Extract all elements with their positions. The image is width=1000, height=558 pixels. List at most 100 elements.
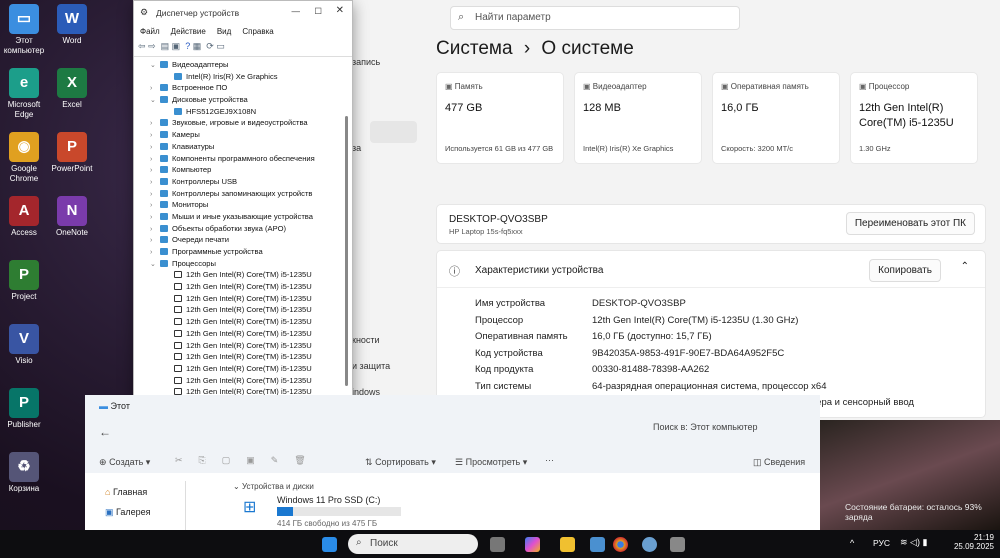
chevron-right-icon[interactable]: › bbox=[150, 247, 160, 259]
rename-pc-button[interactable]: Переименовать этот ПК bbox=[845, 212, 975, 235]
update-icon[interactable]: ▣ bbox=[172, 41, 181, 51]
tree-item[interactable]: 12th Gen Intel(R) Core(TM) i5-1235U bbox=[134, 363, 340, 375]
menu-item[interactable]: Справка bbox=[242, 27, 273, 36]
properties-icon[interactable]: ▤ bbox=[161, 41, 170, 51]
tree-item[interactable]: › Контроллеры USB bbox=[134, 176, 340, 188]
battery-notification[interactable]: Состояние батареи: осталось 93% заряда bbox=[845, 502, 1000, 522]
chevron-up-icon[interactable]: ⌃ bbox=[961, 261, 969, 272]
back-icon[interactable]: ⇦ bbox=[138, 41, 146, 51]
menu-item[interactable]: Действие bbox=[171, 27, 206, 36]
view-icon[interactable]: ▦ bbox=[193, 41, 202, 51]
desktop-icon[interactable]: X Excel bbox=[50, 68, 94, 110]
section-header[interactable]: ⌄ Устройства и диски bbox=[233, 482, 314, 491]
tree-item[interactable]: 12th Gen Intel(R) Core(TM) i5-1235U bbox=[134, 304, 340, 316]
more-button[interactable]: ··· bbox=[545, 455, 554, 465]
chevron-right-icon[interactable]: › bbox=[150, 212, 160, 224]
desktop-icon[interactable]: P Publisher bbox=[2, 388, 46, 430]
copy-button[interactable]: Копировать bbox=[869, 259, 941, 282]
drive-c[interactable]: Windows 11 Pro SSD (C:) bbox=[277, 495, 380, 505]
chevron-down-icon[interactable]: ⌄ bbox=[150, 95, 160, 107]
scrollbar[interactable] bbox=[345, 116, 348, 386]
tree-item[interactable]: › Камеры bbox=[134, 129, 340, 141]
task-view-icon[interactable] bbox=[490, 537, 505, 552]
tree-item[interactable]: 12th Gen Intel(R) Core(TM) i5-1235U bbox=[134, 375, 340, 387]
tree-item[interactable]: › Программные устройства bbox=[134, 246, 340, 258]
chevron-right-icon[interactable]: › bbox=[150, 177, 160, 189]
nav-item[interactable]: за bbox=[352, 143, 361, 153]
view-button[interactable]: Просмотреть bbox=[466, 457, 521, 467]
desktop-icon[interactable]: A Access bbox=[2, 196, 46, 238]
tree-item[interactable]: HFS512GEJ9X108N bbox=[134, 106, 340, 118]
tree-item[interactable]: ⌄ Процессоры bbox=[134, 258, 340, 270]
desktop-icon[interactable]: W Word bbox=[50, 4, 94, 46]
tree-item[interactable]: 12th Gen Intel(R) Core(TM) i5-1235U bbox=[134, 340, 340, 352]
forward-icon[interactable]: ⇨ bbox=[148, 41, 156, 51]
create-button[interactable]: Создать bbox=[109, 457, 143, 467]
nav-gallery[interactable]: Галерея bbox=[116, 507, 151, 517]
chrome-icon[interactable] bbox=[613, 537, 628, 552]
file-explorer-icon[interactable] bbox=[560, 537, 575, 552]
start-button[interactable] bbox=[322, 537, 337, 552]
nav-item[interactable]: запись bbox=[352, 57, 380, 67]
chevron-down-icon[interactable]: ⌄ bbox=[150, 60, 160, 72]
tree-item[interactable]: › Мыши и иные указывающие устройства bbox=[134, 211, 340, 223]
tree-item[interactable]: › Очереди печати bbox=[134, 234, 340, 246]
help-icon[interactable]: ? bbox=[185, 41, 190, 51]
nav-selected-item[interactable] bbox=[370, 121, 417, 143]
breadcrumb-system[interactable]: Система bbox=[436, 38, 513, 59]
tree-item[interactable]: 12th Gen Intel(R) Core(TM) i5-1235U bbox=[134, 269, 340, 281]
settings-search-input[interactable]: ⌕ Найти параметр bbox=[450, 6, 740, 30]
menu-item[interactable]: Файл bbox=[140, 27, 160, 36]
desktop-icon[interactable]: ◉ Google Chrome bbox=[2, 132, 46, 184]
desktop-icon[interactable]: e Microsoft Edge bbox=[2, 68, 46, 120]
device-manager-icon[interactable] bbox=[670, 537, 685, 552]
tree-item[interactable]: › Компьютер bbox=[134, 164, 340, 176]
desktop-icon[interactable]: N OneNote bbox=[50, 196, 94, 238]
tree-item[interactable]: ⌄ Дисковые устройства bbox=[134, 94, 340, 106]
tree-item[interactable]: › Объекты обработки звука (APO) bbox=[134, 223, 340, 235]
tab-this-pc[interactable]: Этот bbox=[111, 401, 130, 411]
close-button[interactable]: ✕ bbox=[336, 5, 344, 16]
explorer-search-input[interactable]: Поиск в: Этот компьютер bbox=[653, 422, 758, 432]
maximize-button[interactable]: ☐ bbox=[314, 6, 322, 17]
minimize-button[interactable]: — bbox=[292, 6, 301, 16]
copilot-icon[interactable] bbox=[525, 537, 540, 552]
tree-item[interactable]: › Контроллеры запоминающих устройств bbox=[134, 188, 340, 200]
desktop-icon[interactable]: ♻ Корзина bbox=[2, 452, 46, 494]
tree-item[interactable]: 12th Gen Intel(R) Core(TM) i5-1235U bbox=[134, 328, 340, 340]
tree-item[interactable]: 12th Gen Intel(R) Core(TM) i5-1235U bbox=[134, 316, 340, 328]
tree-item[interactable]: ⌄ Видеоадаптеры bbox=[134, 59, 340, 71]
tree-item[interactable]: 12th Gen Intel(R) Core(TM) i5-1235U bbox=[134, 293, 340, 305]
back-button[interactable]: ← bbox=[99, 425, 111, 439]
desktop-icon[interactable]: ▭ Этот компьютер bbox=[2, 4, 46, 56]
menu-item[interactable]: Вид bbox=[217, 27, 231, 36]
wifi-volume-battery-icons[interactable]: ≋ ◁) ▮ bbox=[900, 537, 927, 548]
nav-home[interactable]: Главная bbox=[113, 487, 147, 497]
tree-item[interactable]: › Встроенное ПО bbox=[134, 82, 340, 94]
tree-item[interactable]: Intel(R) Iris(R) Xe Graphics bbox=[134, 71, 340, 83]
store-icon[interactable] bbox=[590, 537, 605, 552]
nav-item[interactable]: и защита bbox=[352, 361, 390, 371]
desktop-icon[interactable]: P Project bbox=[2, 260, 46, 302]
chevron-right-icon[interactable]: › bbox=[150, 142, 160, 154]
chevron-down-icon[interactable]: ⌄ bbox=[150, 259, 160, 271]
tree-item[interactable]: › Звуковые, игровые и видеоустройства bbox=[134, 117, 340, 129]
desktop-icon[interactable]: V Visio bbox=[2, 324, 46, 366]
nav-item[interactable]: кности bbox=[352, 335, 380, 345]
monitor-icon[interactable]: ▭ bbox=[216, 41, 225, 51]
details-button[interactable]: Сведения bbox=[764, 457, 805, 467]
clock[interactable]: 21:19 25.09.2025 bbox=[950, 533, 994, 551]
taskbar-search[interactable]: ⌕ Поиск bbox=[348, 534, 478, 554]
settings-icon[interactable] bbox=[642, 537, 657, 552]
chevron-up-icon[interactable]: ^ bbox=[850, 538, 854, 548]
tree-item[interactable]: › Компоненты программного обеспечения bbox=[134, 153, 340, 165]
language-indicator[interactable]: РУС bbox=[873, 538, 890, 548]
tree-item[interactable]: 12th Gen Intel(R) Core(TM) i5-1235U bbox=[134, 281, 340, 293]
sort-button[interactable]: Сортировать bbox=[375, 457, 429, 467]
tree-item[interactable]: 12th Gen Intel(R) Core(TM) i5-1235U bbox=[134, 351, 340, 363]
tree-item[interactable]: › Мониторы bbox=[134, 199, 340, 211]
tree-item[interactable]: › Клавиатуры bbox=[134, 141, 340, 153]
edit-actions-icons[interactable]: ✂⎘▢▣✎🗑 bbox=[175, 455, 322, 466]
desktop-icon[interactable]: P PowerPoint bbox=[50, 132, 94, 174]
scan-icon[interactable]: ⟳ bbox=[206, 41, 214, 51]
